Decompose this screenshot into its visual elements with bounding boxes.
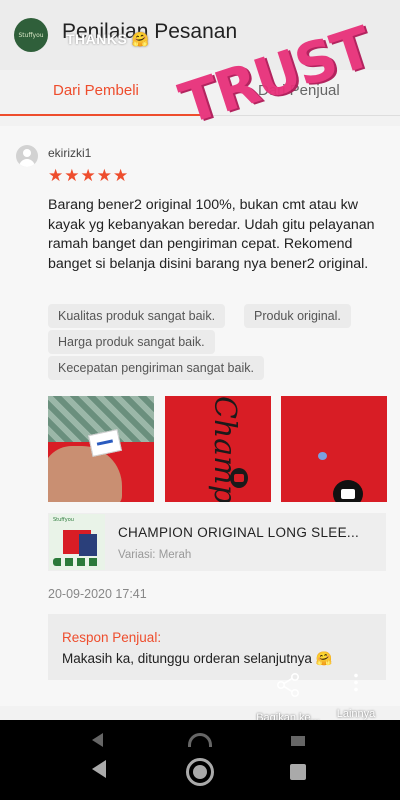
small-logo-icon	[318, 452, 327, 460]
seller-response-title: Respon Penjual:	[62, 630, 162, 645]
active-tab-indicator	[0, 114, 200, 116]
user-avatar-body	[19, 159, 35, 167]
thumbnail-navy-shirt	[79, 534, 97, 556]
recents-icon[interactable]	[290, 764, 306, 780]
share-label: Bagikan ke...	[256, 712, 320, 720]
seller-response-text: Makasih ka, ditunggu orderan selanjutnya…	[62, 651, 333, 666]
user-avatar-head	[23, 149, 31, 157]
seller-response: Respon Penjual: Makasih ka, ditunggu ord…	[48, 614, 386, 680]
review-tag: Kecepatan pengiriman sangat baik.	[48, 356, 264, 380]
review-photo-1[interactable]	[48, 396, 154, 502]
tab-from-buyer[interactable]: Dari Pembeli	[53, 82, 139, 99]
share-button[interactable]: Bagikan ke...	[248, 672, 328, 720]
home-icon[interactable]	[186, 758, 214, 786]
photo-hand	[48, 446, 122, 502]
app-screen: Stuffyou Penilaian Pesanan THANKS 🤗 Dari…	[0, 0, 400, 720]
product-card[interactable]: Stuffyou CHAMPION ORIGINAL LONG SLEE... …	[48, 513, 386, 571]
photo-tag-label	[88, 429, 122, 457]
ghost-recents-icon	[291, 736, 305, 746]
product-name: CHAMPION ORIGINAL LONG SLEE...	[118, 525, 360, 540]
review-tag: Produk original.	[244, 304, 351, 328]
reviewer-username: ekirizki1	[48, 146, 92, 160]
user-avatar	[16, 145, 38, 167]
more-label: Lainnya	[336, 708, 376, 720]
review-card: ekirizki1 ★★★★★ Barang bener2 original 1…	[0, 126, 400, 706]
story-avatar-text: Stuffyou	[18, 31, 44, 39]
product-thumbnail: Stuffyou	[49, 514, 105, 570]
thumbnail-color-swatches	[53, 558, 101, 566]
review-tag: Harga produk sangat baik.	[48, 330, 215, 354]
star-rating: ★★★★★	[48, 166, 130, 186]
champion-script-logo: Champion	[207, 396, 242, 502]
story-caption-text: THANKS	[66, 31, 128, 47]
story-caption: THANKS 🤗	[66, 31, 150, 48]
review-text: Barang bener2 original 100%, bukan cmt a…	[48, 197, 375, 272]
champion-c-logo-icon	[230, 468, 248, 488]
review-tag: Kualitas produk sangat baik.	[48, 304, 226, 328]
ghost-back-icon	[92, 733, 103, 747]
back-icon[interactable]	[92, 760, 106, 778]
more-button[interactable]: Lainnya	[330, 672, 382, 720]
review-date: 20-09-2020 17:41	[48, 587, 147, 601]
thumbnail-brand: Stuffyou	[53, 517, 74, 523]
story-avatar[interactable]: Stuffyou	[14, 18, 48, 52]
champion-c-logo-icon	[333, 480, 363, 502]
review-photo-2[interactable]: Champion	[165, 396, 271, 502]
hugging-face-emoji: 🤗	[131, 31, 150, 47]
product-variant: Variasi: Merah	[118, 549, 192, 561]
share-icon	[276, 672, 299, 697]
more-options-icon	[354, 672, 358, 694]
review-photo-3[interactable]	[281, 396, 387, 502]
